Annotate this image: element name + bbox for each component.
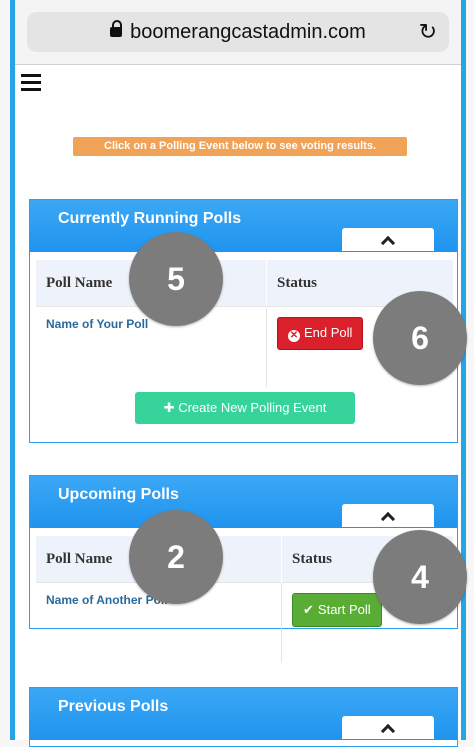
collapse-button[interactable]	[342, 716, 434, 739]
panel-header: Upcoming Polls	[30, 476, 457, 528]
browser-chrome: boomerangcastadmin.com ↻	[15, 0, 461, 65]
chevron-up-icon	[380, 723, 396, 739]
checkmark-icon: ✔	[303, 602, 314, 617]
address-bar[interactable]: boomerangcastadmin.com ↻	[27, 12, 449, 52]
chevron-up-icon	[380, 235, 396, 251]
panel-header: Currently Running Polls	[30, 200, 457, 252]
plus-icon: ✚	[163, 400, 175, 415]
start-poll-button[interactable]: ✔ Start Poll	[292, 593, 382, 627]
panel-header: Previous Polls	[30, 688, 457, 740]
notice-banner: Click on a Polling Event below to see vo…	[73, 137, 407, 156]
panel-title: Previous Polls	[58, 698, 169, 715]
menu-icon[interactable]	[21, 74, 41, 91]
lock-icon	[110, 20, 123, 37]
annotation-marker-4: 4	[373, 530, 467, 624]
previous-polls-panel: Previous Polls	[29, 687, 458, 747]
annotation-marker-5: 5	[129, 232, 223, 326]
panel-title: Upcoming Polls	[58, 486, 179, 503]
chevron-up-icon	[380, 511, 396, 527]
create-polling-event-button[interactable]: ✚ Create New Polling Event	[135, 392, 355, 424]
close-circle-icon: ✕	[288, 330, 300, 342]
reload-icon[interactable]: ↻	[419, 19, 437, 45]
panel-title: Currently Running Polls	[58, 210, 242, 227]
collapse-button[interactable]	[342, 228, 434, 251]
annotation-marker-6: 6	[373, 291, 467, 385]
url-text: boomerangcastadmin.com	[130, 21, 366, 43]
collapse-button[interactable]	[342, 504, 434, 527]
annotation-marker-2: 2	[129, 510, 223, 604]
end-poll-button[interactable]: ✕ End Poll	[277, 317, 364, 350]
